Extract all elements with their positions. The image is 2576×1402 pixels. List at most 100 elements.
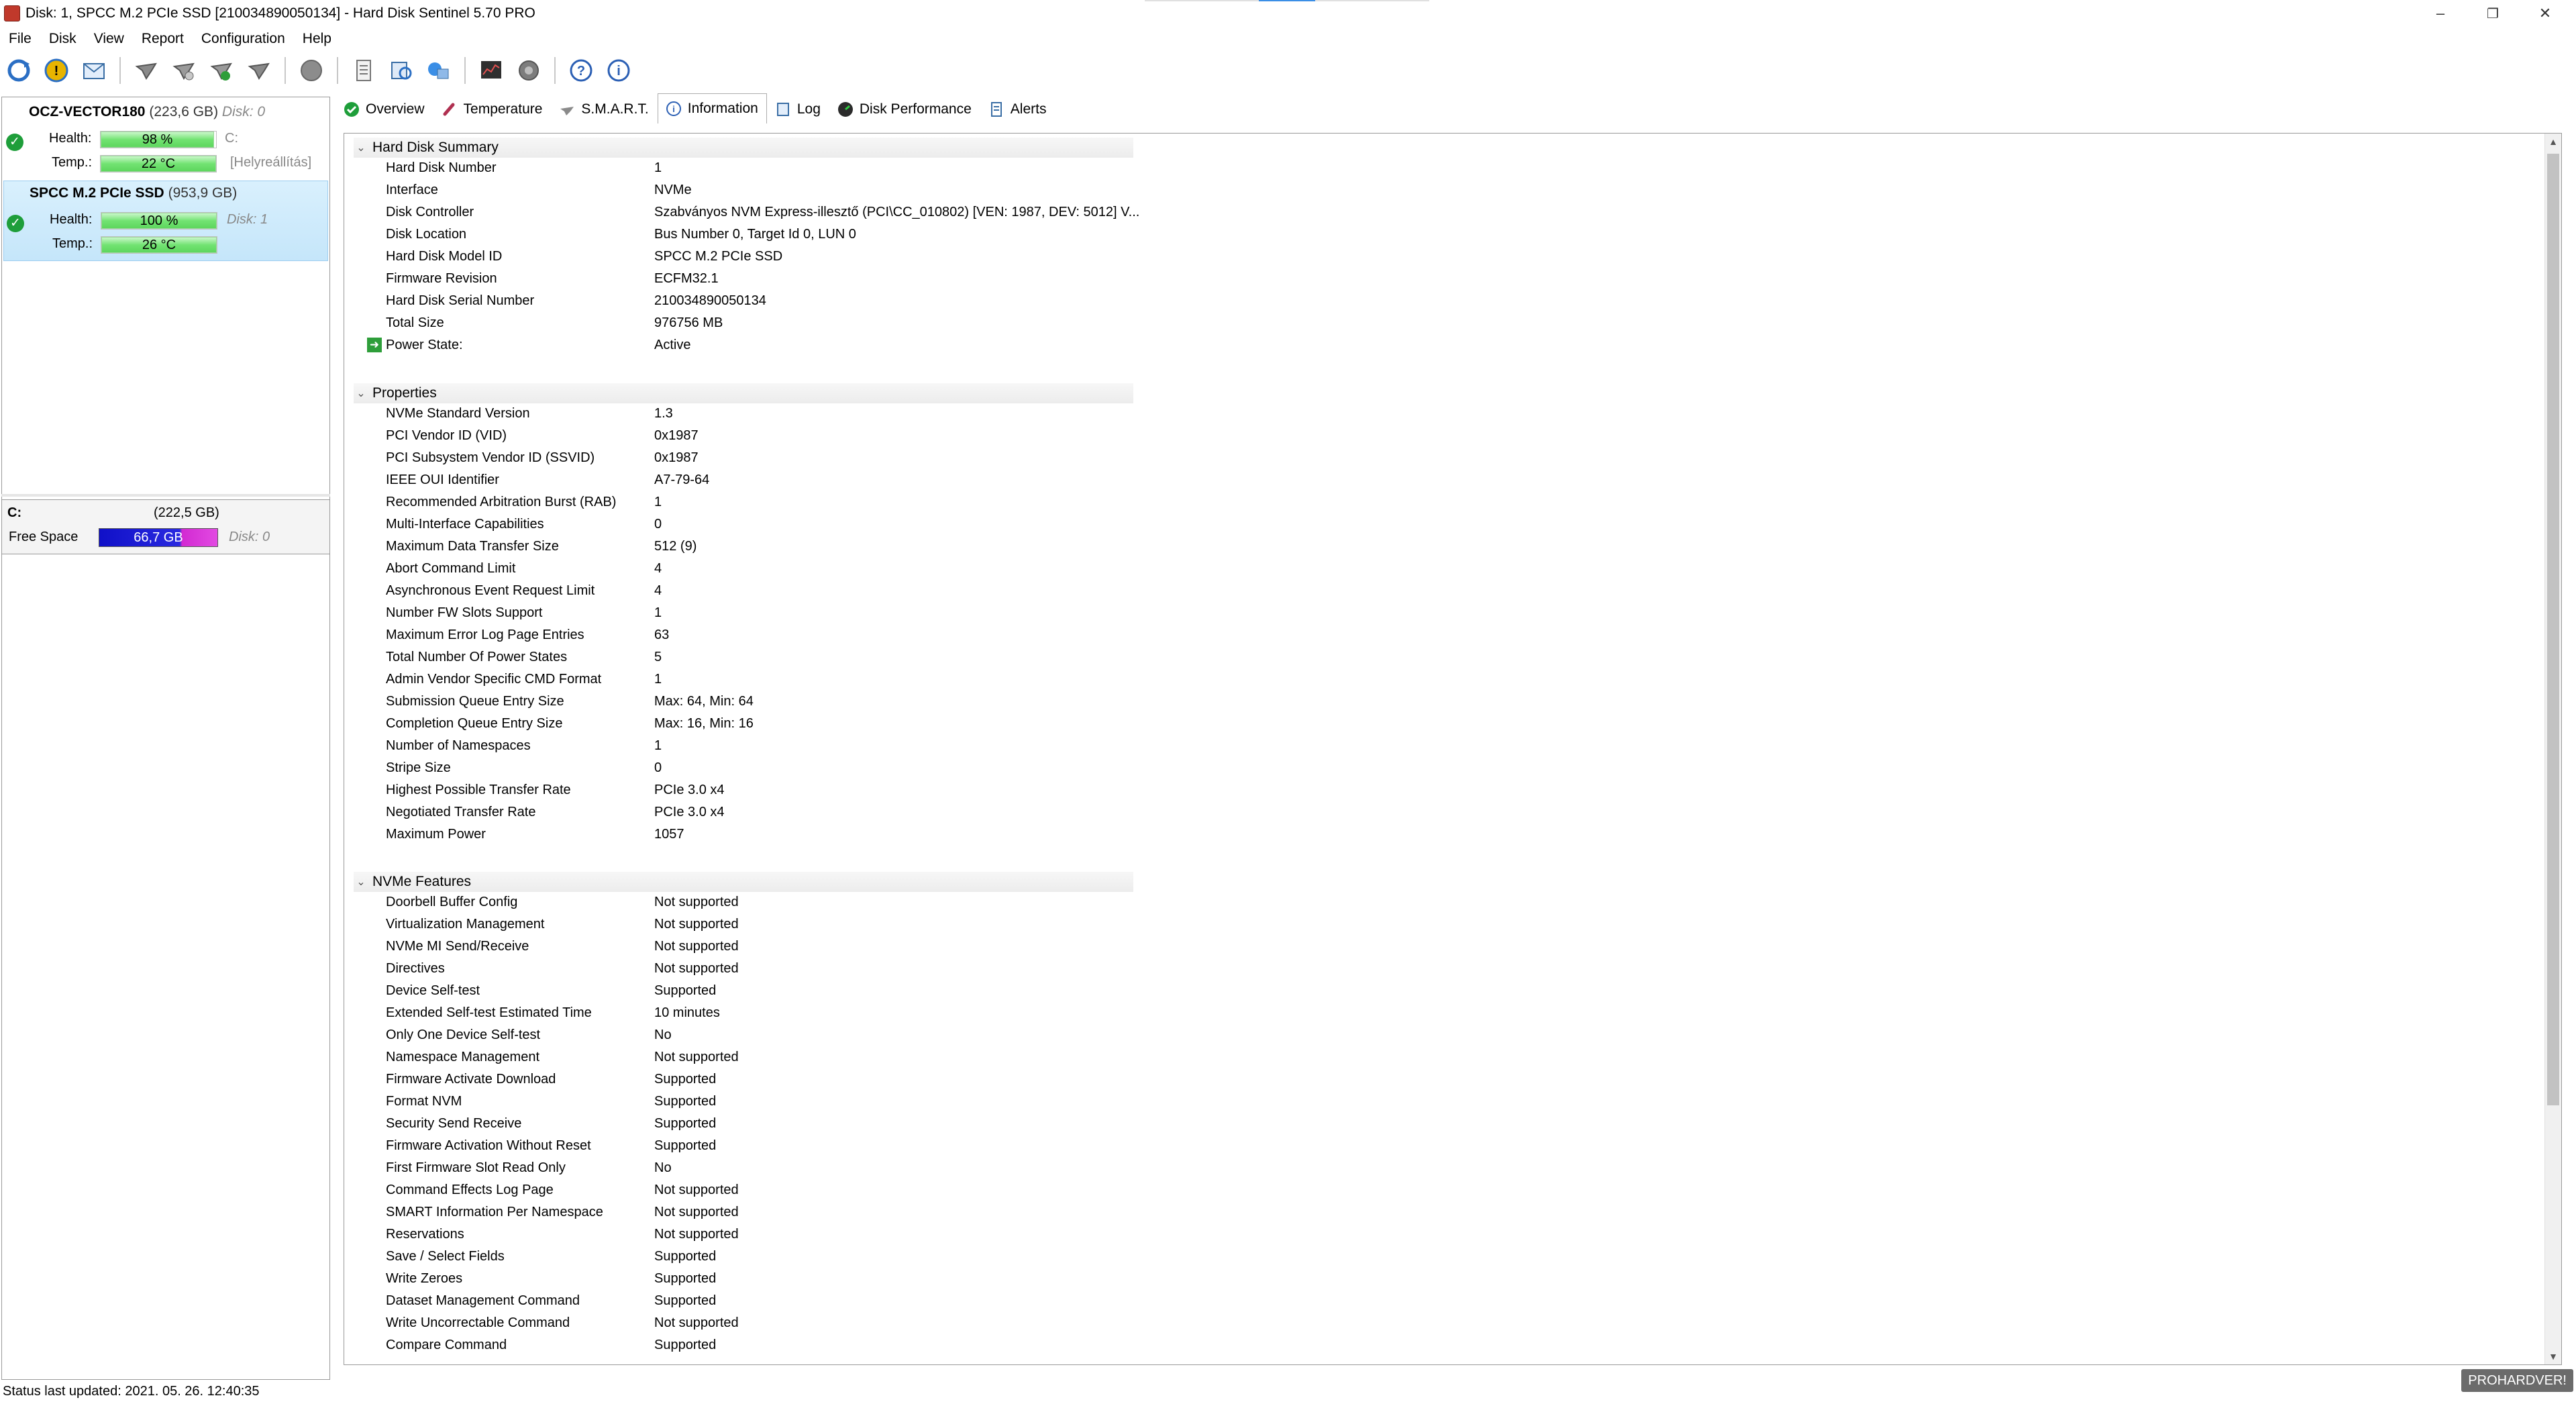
section-header-properties[interactable]: ⌄ Properties [354, 383, 1133, 403]
window-title: Disk: 1, SPCC M.2 PCIe SSD [210034890050… [25, 5, 535, 21]
info-row: NVMe Standard Version 1.3 [354, 403, 1133, 423]
info-row: Highest Possible Transfer Rate PCIe 3.0 x… [354, 780, 1133, 800]
tab-label: Information [687, 101, 758, 116]
scroll-up-icon[interactable]: ▲ [2545, 134, 2561, 150]
help-icon[interactable]: ? [565, 54, 597, 87]
info-key: PCI Subsystem Vendor ID (SSVID) [386, 450, 595, 465]
thermometer-icon [441, 101, 458, 118]
health-bar: 98 % [100, 131, 217, 148]
info-value: A7-79-64 [654, 472, 710, 487]
section-title: NVMe Features [372, 874, 472, 889]
disk-tool-3-icon[interactable] [205, 54, 238, 87]
disk-size: (223,6 GB) [149, 104, 219, 119]
info-value: PCIe 3.0 x4 [654, 804, 725, 819]
menu-report[interactable]: Report [133, 31, 193, 47]
mail-icon[interactable] [78, 54, 110, 87]
tab-overview[interactable]: Overview [336, 95, 433, 123]
info-value: Not supported [654, 1049, 739, 1064]
info-row: Format NVM Supported [354, 1091, 1133, 1111]
title-accent-line [1315, 0, 1429, 1]
info-key: Extended Self-test Estimated Time [386, 1005, 592, 1020]
info-value: 1 [654, 494, 662, 509]
info-value: 1 [654, 671, 662, 687]
section-header-summary[interactable]: ⌄ Hard Disk Summary [354, 138, 1133, 158]
info-row: Firmware Activate Download Supported [354, 1069, 1133, 1089]
scroll-thumb[interactable] [2547, 154, 2559, 1105]
temp-bar: 26 °C [101, 236, 217, 254]
vertical-scrollbar[interactable]: ▲ ▼ [2544, 134, 2561, 1364]
disk-tool-4-icon[interactable] [243, 54, 275, 87]
info-row: Interface NVMe [354, 180, 1133, 200]
menu-help[interactable]: Help [294, 31, 340, 47]
gauge-icon [837, 101, 854, 118]
info-key: Power State: [386, 337, 463, 352]
info-row: Hard Disk Model ID SPCC M.2 PCIe SSD [354, 246, 1133, 266]
info-row: Disk Location Bus Number 0, Target Id 0, … [354, 224, 1133, 244]
info-row: ➜ Power State: Active [354, 335, 1133, 355]
log-icon [774, 101, 792, 118]
menu-configuration[interactable]: Configuration [193, 31, 294, 47]
refresh-icon[interactable] [3, 54, 35, 87]
tab-alerts[interactable]: Alerts [980, 95, 1055, 123]
tab-smart[interactable]: S.M.A.R.T. [551, 95, 657, 123]
disk-entry-0[interactable]: OCZ-VECTOR180 (223,6 GB) Disk: 0 ✓ Healt… [3, 99, 327, 178]
tab-temperature[interactable]: Temperature [433, 95, 552, 123]
gray-circle-icon[interactable] [295, 54, 327, 87]
info-key: Hard Disk Model ID [386, 248, 503, 264]
disk-name: OCZ-VECTOR180 [29, 104, 146, 119]
disk-entry-1-selected[interactable]: SPCC M.2 PCIe SSD (953,9 GB) ✓ Health: 1… [3, 181, 328, 261]
network-icon[interactable] [423, 54, 455, 87]
report-icon[interactable] [348, 54, 380, 87]
disk-tool-2-icon[interactable] [168, 54, 200, 87]
menu-file[interactable]: File [0, 31, 40, 47]
menu-view[interactable]: View [85, 31, 133, 47]
toolbar-separator [119, 57, 121, 84]
info-key: IEEE OUI Identifier [386, 472, 499, 487]
section-header-nvme-features[interactable]: ⌄ NVMe Features [354, 872, 1133, 892]
info-key: Maximum Power [386, 826, 486, 842]
svg-text:i: i [672, 104, 675, 114]
info-key: Stripe Size [386, 760, 451, 775]
disk-tool-1-icon[interactable] [130, 54, 162, 87]
info-value: Supported [654, 1071, 717, 1087]
temp-label: Temp.: [52, 236, 93, 251]
volume-panel[interactable]: C: (222,5 GB) Free Space 66,7 GB Disk: 0 [1, 499, 330, 554]
close-button[interactable]: ✕ [2514, 0, 2576, 27]
info-row: Write Uncorrectable Command Not supported [354, 1313, 1133, 1333]
volume-letter: C: [7, 505, 22, 520]
menu-disk[interactable]: Disk [40, 31, 85, 47]
chart-icon[interactable] [475, 54, 507, 87]
info-value: 210034890050134 [654, 293, 766, 308]
scroll-down-icon[interactable]: ▼ [2545, 1348, 2561, 1364]
info-value: Supported [654, 983, 717, 998]
tab-bar: Overview Temperature S.M.A.R.T. i Inform… [336, 93, 1055, 123]
info-value: Supported [654, 1293, 717, 1308]
info-key: Virtualization Management [386, 916, 545, 932]
info-value: 10 minutes [654, 1005, 720, 1020]
alert-icon[interactable]: ! [40, 54, 72, 87]
info-value: 0x1987 [654, 450, 699, 465]
info-value: Supported [654, 1248, 717, 1264]
refresh-report-icon[interactable] [385, 54, 417, 87]
info-key: NVMe Standard Version [386, 405, 530, 421]
info-icon[interactable]: i [603, 54, 635, 87]
info-key: Security Send Receive [386, 1115, 522, 1131]
info-row: Extended Self-test Estimated Time 10 minu… [354, 1003, 1133, 1023]
collapse-icon: ⌄ [356, 142, 366, 154]
toolbar-separator [337, 57, 338, 84]
info-key: Dataset Management Command [386, 1293, 580, 1308]
info-row: Maximum Error Log Page Entries 63 [354, 625, 1133, 645]
tab-log[interactable]: Log [767, 95, 829, 123]
info-row: Directives Not supported [354, 958, 1133, 979]
info-row: Security Send Receive Supported [354, 1113, 1133, 1134]
info-row: Device Self-test Supported [354, 981, 1133, 1001]
panel-splitter[interactable] [1, 494, 330, 497]
tab-information[interactable]: i Information [657, 93, 767, 123]
info-key: Command Effects Log Page [386, 1182, 554, 1197]
info-value: 512 (9) [654, 538, 697, 554]
toolbar-separator [554, 57, 556, 84]
info-value: Active [654, 337, 691, 352]
shield-icon[interactable] [513, 54, 545, 87]
info-value: Supported [654, 1337, 717, 1352]
tab-disk-performance[interactable]: Disk Performance [829, 95, 980, 123]
